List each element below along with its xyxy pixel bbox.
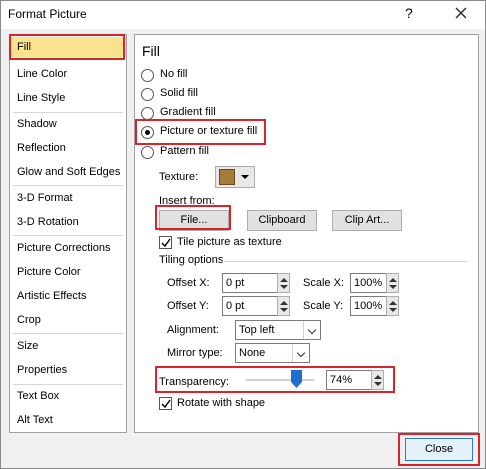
alignment-label: Alignment: [167,324,219,336]
sidebar-item-properties[interactable]: Properties [10,360,126,380]
solid-fill-label[interactable]: Solid fill [160,87,198,99]
offset-x-input[interactable]: 0 pt [222,273,279,293]
tiling-options-label: Tiling options [159,254,224,266]
scale-x-label: Scale X: [303,277,344,289]
scale-x-input[interactable]: 100% [350,273,389,293]
solid-fill-radio[interactable] [141,88,154,101]
pattern-fill-label[interactable]: Pattern fill [160,145,209,157]
chevron-down-icon [303,321,320,339]
offset-y-spinner[interactable] [277,296,290,316]
offset-x-spinner[interactable] [277,273,290,293]
panel-heading: Fill [142,43,160,59]
clip-art-button[interactable]: Clip Art... [332,210,402,231]
sidebar-item-line-style[interactable]: Line Style [10,88,126,108]
divider [221,261,467,262]
no-fill-label[interactable]: No fill [160,68,188,80]
offset-y-input[interactable]: 0 pt [222,296,279,316]
sidebar-item-glow-soft-edges[interactable]: Glow and Soft Edges [10,162,126,182]
sidebar-item-crop[interactable]: Crop [10,310,126,330]
chevron-down-icon [241,175,249,179]
offset-y-label: Offset Y: [167,300,209,312]
clipboard-button[interactable]: Clipboard [247,210,317,231]
tile-checkbox-label[interactable]: Tile picture as texture [177,236,282,248]
dialog-title: Format Picture [8,7,87,21]
texture-label: Texture: [159,171,199,183]
gradient-fill-label[interactable]: Gradient fill [160,106,216,118]
mirror-type-value: None [239,347,266,359]
rotate-checkbox[interactable] [159,397,172,410]
mirror-type-select[interactable]: None [235,343,310,363]
format-picture-dialog: Format Picture ? Fill Line Color Line St… [0,0,486,469]
fill-highlight-box [9,34,125,60]
divider [13,384,123,385]
texture-dropdown[interactable] [215,166,255,188]
divider [13,185,123,186]
transparency-highlight-box [155,366,395,393]
tile-checkbox[interactable] [159,236,172,249]
sidebar-item-shadow[interactable]: Shadow [10,114,126,134]
sidebar-item-picture-color[interactable]: Picture Color [10,262,126,282]
sidebar-item-text-box[interactable]: Text Box [10,386,126,406]
alignment-value: Top left [239,324,275,336]
sidebar-item-3d-format[interactable]: 3-D Format [10,188,126,208]
category-list: Fill Line Color Line Style Shadow Reflec… [9,34,127,433]
divider [13,235,123,236]
rotate-checkbox-label[interactable]: Rotate with shape [177,397,265,409]
sidebar-item-reflection[interactable]: Reflection [10,138,126,158]
file-button-highlight-box [155,205,231,230]
close-highlight-box [398,433,480,466]
sidebar-item-artistic-effects[interactable]: Artistic Effects [10,286,126,306]
scale-y-input[interactable]: 100% [350,296,389,316]
help-button[interactable]: ? [405,5,413,21]
offset-x-label: Offset X: [167,277,210,289]
scale-x-spinner[interactable] [386,273,399,293]
sidebar-item-alt-text[interactable]: Alt Text [10,410,126,430]
divider [13,112,123,113]
texture-swatch-icon [219,169,235,185]
chevron-down-icon [292,344,309,362]
alignment-select[interactable]: Top left [235,320,321,340]
close-window-icon[interactable] [450,3,474,25]
no-fill-radio[interactable] [141,69,154,82]
title-bar: Format Picture ? [1,1,485,29]
sidebar-item-line-color[interactable]: Line Color [10,64,126,84]
mirror-type-label: Mirror type: [167,347,223,359]
pattern-fill-radio[interactable] [141,146,154,159]
scale-y-label: Scale Y: [303,300,344,312]
sidebar-item-picture-corrections[interactable]: Picture Corrections [10,238,126,258]
scale-y-spinner[interactable] [386,296,399,316]
sidebar-item-3d-rotation[interactable]: 3-D Rotation [10,212,126,232]
divider [13,333,123,334]
picture-fill-highlight-box [135,119,266,145]
sidebar-item-size[interactable]: Size [10,336,126,356]
